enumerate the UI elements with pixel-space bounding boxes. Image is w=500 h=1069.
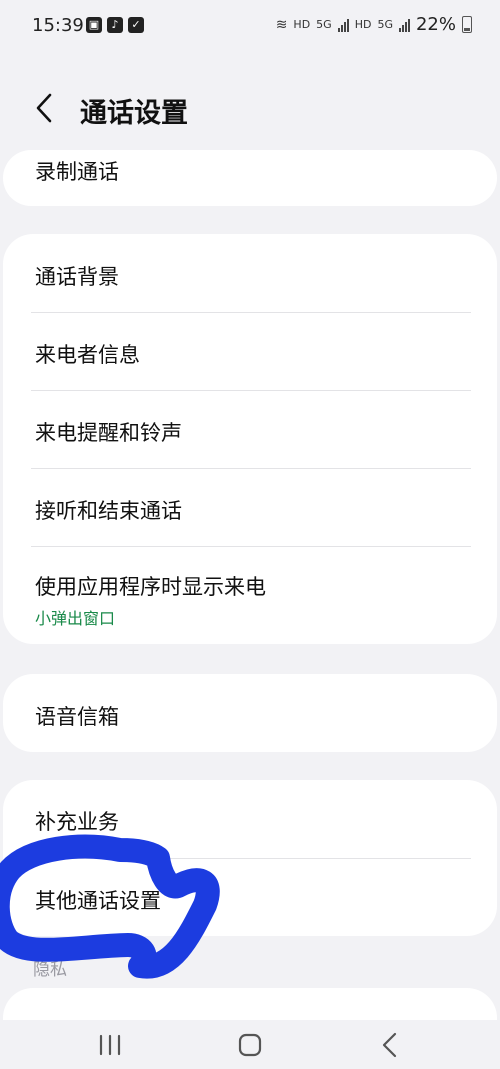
menu-item-label: 来电提醒和铃声	[35, 421, 182, 445]
app-header: 通话设置	[0, 78, 500, 140]
recent-apps-button[interactable]	[90, 1028, 130, 1062]
menu-item-label: 语音信箱	[35, 705, 119, 729]
network-label-3: HD	[354, 18, 372, 31]
notification-icons: ▣ ♪ ✓	[86, 17, 144, 33]
system-nav-bar	[0, 1020, 500, 1069]
chevron-left-icon	[36, 93, 52, 123]
battery-icon	[462, 16, 472, 33]
card-record: 录制通话	[3, 150, 497, 206]
recent-apps-icon	[99, 1034, 121, 1056]
menu-item-label: 其他通话设置	[35, 889, 161, 913]
gallery-icon: ▣	[86, 17, 102, 33]
menu-item-caller-info[interactable]: 来电者信息	[3, 312, 500, 390]
wifi-icon: ≋	[275, 16, 288, 33]
card-more: 补充业务 其他通话设置	[3, 780, 497, 936]
battery-percent: 22%	[415, 14, 456, 35]
card-call-options: 通话背景 来电者信息 来电提醒和铃声 接听和结束通话 使用应用程序时显示来电 小…	[3, 234, 497, 644]
status-right: ≋ HD 5G HD 5G 22%	[276, 14, 472, 35]
nav-back-button[interactable]	[370, 1028, 410, 1062]
page-title: 通话设置	[80, 98, 188, 129]
home-icon	[238, 1033, 262, 1057]
menu-item-voicemail[interactable]: 语音信箱	[3, 674, 500, 752]
menu-item-label: 录制通话	[35, 160, 119, 184]
menu-item-sublabel: 小弹出窗口	[35, 609, 116, 628]
menu-item-label: 使用应用程序时显示来电	[35, 575, 266, 599]
menu-item-record-calls[interactable]: 录制通话	[3, 150, 497, 206]
menu-item-label: 接听和结束通话	[35, 499, 182, 523]
status-bar: 15:39 ▣ ♪ ✓ ≋ HD 5G HD 5G 22%	[0, 0, 500, 52]
back-icon	[382, 1032, 397, 1058]
menu-item-answer-end[interactable]: 接听和结束通话	[3, 468, 500, 546]
menu-item-ringtone[interactable]: 来电提醒和铃声	[3, 390, 500, 468]
menu-item-label: 来电者信息	[35, 343, 140, 367]
home-button[interactable]	[230, 1028, 270, 1062]
section-label-privacy: 隐私	[33, 960, 67, 980]
network-label-2: 5G	[316, 18, 332, 31]
menu-item-label: 补充业务	[35, 810, 119, 834]
tiktok-icon: ♪	[107, 17, 123, 33]
back-button[interactable]	[30, 90, 60, 126]
checkbox-icon: ✓	[128, 17, 144, 33]
menu-item-label: 通话背景	[35, 265, 119, 289]
menu-item-other-settings[interactable]: 其他通话设置	[3, 858, 500, 936]
network-label-4: 5G	[377, 18, 393, 31]
status-time: 15:39	[32, 15, 84, 36]
menu-item-call-background[interactable]: 通话背景	[3, 234, 500, 312]
menu-item-show-while-using[interactable]: 使用应用程序时显示来电 小弹出窗口	[3, 546, 500, 644]
network-label-1: HD	[293, 18, 311, 31]
menu-item-supplementary[interactable]: 补充业务	[3, 780, 500, 858]
signal-icon-2	[398, 18, 410, 32]
card-voicemail: 语音信箱	[3, 674, 497, 752]
signal-icon-1	[337, 18, 349, 32]
